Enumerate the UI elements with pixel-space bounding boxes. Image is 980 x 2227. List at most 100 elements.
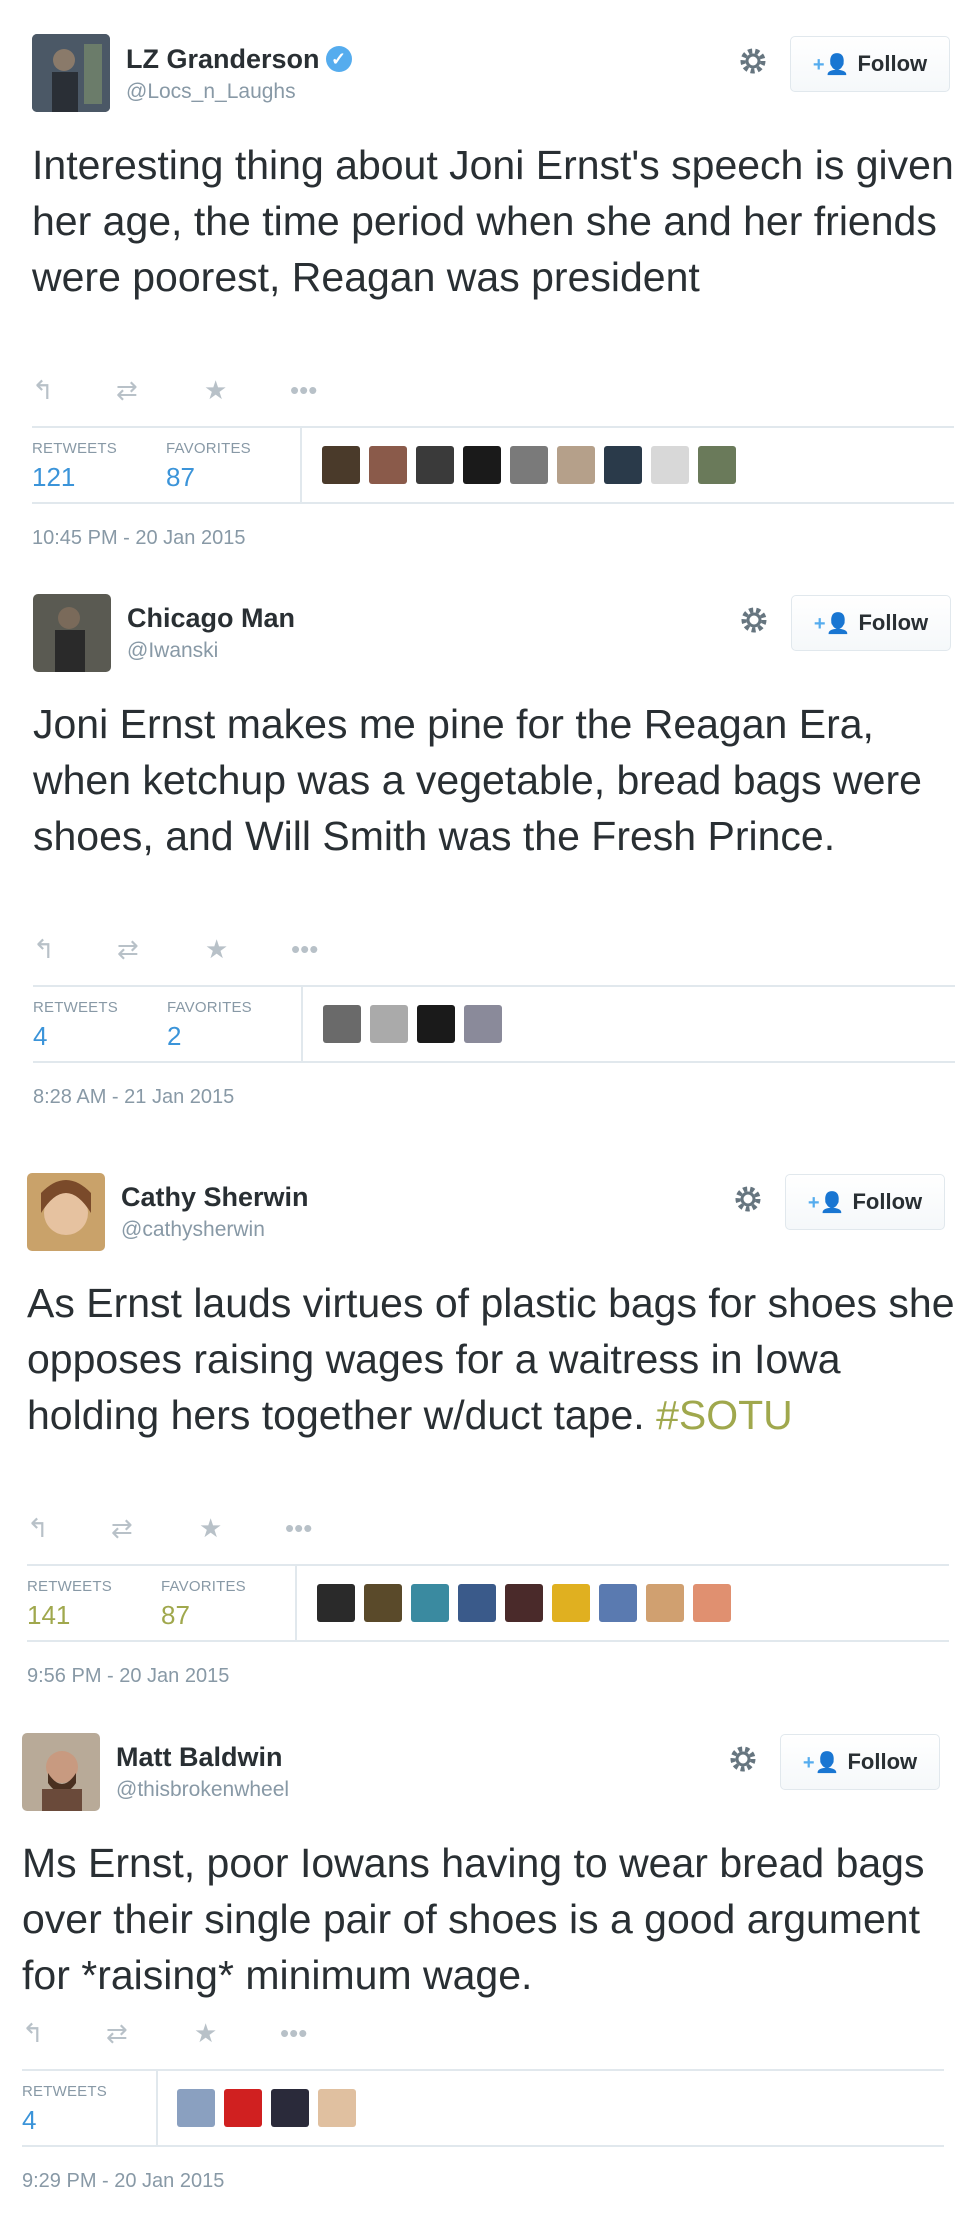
more-dots-icon[interactable]: •••: [290, 375, 317, 406]
more-dots-icon[interactable]: •••: [285, 1513, 312, 1544]
gear-icon[interactable]: [726, 1742, 760, 1776]
avatar-photo: [33, 594, 111, 672]
stats-bar: RETWEETS 141 FAVORITES 87: [27, 1564, 949, 1642]
divider: [295, 1566, 297, 1640]
avatar[interactable]: [599, 1584, 637, 1622]
avatar[interactable]: [271, 2089, 309, 2127]
retweet-icon[interactable]: ⇄: [117, 934, 139, 965]
reply-icon[interactable]: ↰: [33, 934, 55, 965]
follow-label: Follow: [858, 610, 929, 635]
retweets-label: RETWEETS: [22, 2083, 107, 2100]
avatar[interactable]: [317, 1584, 355, 1622]
avatar[interactable]: [416, 446, 454, 484]
user-handle[interactable]: @Iwanski: [127, 639, 218, 663]
display-name[interactable]: LZ Granderson ✓: [126, 44, 352, 75]
follow-label: Follow: [852, 1189, 923, 1214]
avatar[interactable]: [458, 1584, 496, 1622]
timestamp[interactable]: 10:45 PM - 20 Jan 2015: [32, 527, 245, 550]
avatar[interactable]: [364, 1584, 402, 1622]
star-icon[interactable]: ★: [205, 934, 228, 965]
avatar[interactable]: [698, 446, 736, 484]
avatar[interactable]: [557, 446, 595, 484]
avatar[interactable]: [646, 1584, 684, 1622]
display-name[interactable]: Chicago Man: [127, 603, 295, 634]
retweets-count[interactable]: 121: [32, 462, 75, 493]
tweet-text: As Ernst lauds virtues of plastic bags f…: [27, 1275, 977, 1443]
retweets-label: RETWEETS: [33, 999, 118, 1016]
timestamp[interactable]: 9:56 PM - 20 Jan 2015: [27, 1665, 229, 1688]
avatar[interactable]: [369, 446, 407, 484]
follow-button[interactable]: +👤 Follow: [791, 595, 951, 651]
divider: [300, 428, 302, 502]
avatar[interactable]: [463, 446, 501, 484]
avatar[interactable]: [510, 446, 548, 484]
display-name[interactable]: Cathy Sherwin: [121, 1182, 309, 1213]
favorites-count[interactable]: 2: [167, 1021, 181, 1052]
more-dots-icon[interactable]: •••: [280, 2018, 307, 2049]
verified-check-icon: ✓: [325, 46, 352, 72]
avatar[interactable]: [464, 1005, 502, 1043]
star-icon[interactable]: ★: [204, 375, 227, 406]
timestamp[interactable]: 9:29 PM - 20 Jan 2015: [22, 2170, 224, 2193]
avatar[interactable]: [651, 446, 689, 484]
stats-bar: RETWEETS 4 FAVORITES 2: [33, 985, 955, 1063]
user-handle[interactable]: @thisbrokenwheel: [116, 1778, 289, 1802]
avatar[interactable]: [33, 594, 111, 672]
gear-icon[interactable]: [737, 603, 771, 637]
tweet-card: Cathy Sherwin @cathysherwin +👤 Follow As …: [0, 1140, 980, 1700]
retweets-count[interactable]: 141: [27, 1600, 70, 1631]
avatar[interactable]: [370, 1005, 408, 1043]
action-bar: ↰ ⇄ ★ •••: [27, 1513, 347, 1553]
favoriter-avatars: [177, 2089, 356, 2127]
avatar[interactable]: [693, 1584, 731, 1622]
avatar[interactable]: [32, 34, 110, 112]
avatar[interactable]: [505, 1584, 543, 1622]
retweet-icon[interactable]: ⇄: [106, 2018, 128, 2049]
tweet-card: Chicago Man @Iwanski +👤 Follow Joni Ernst…: [0, 560, 980, 1140]
avatar[interactable]: [552, 1584, 590, 1622]
retweets-count[interactable]: 4: [33, 1021, 47, 1052]
star-icon[interactable]: ★: [199, 1513, 222, 1544]
action-bar: ↰ ⇄ ★ •••: [22, 2018, 342, 2058]
favorites-count[interactable]: 87: [166, 462, 195, 493]
avatar[interactable]: [417, 1005, 455, 1043]
avatar[interactable]: [604, 446, 642, 484]
favorites-label: FAVORITES: [167, 999, 252, 1016]
display-name[interactable]: Matt Baldwin: [116, 1742, 283, 1773]
add-user-icon: +👤: [812, 53, 850, 76]
retweets-count[interactable]: 4: [22, 2105, 36, 2136]
avatar[interactable]: [411, 1584, 449, 1622]
avatar[interactable]: [322, 446, 360, 484]
avatar[interactable]: [177, 2089, 215, 2127]
follow-button[interactable]: +👤 Follow: [785, 1174, 945, 1230]
favoriter-avatars: [317, 1584, 731, 1622]
user-handle[interactable]: @Locs_n_Laughs: [126, 80, 296, 104]
favorites-count[interactable]: 87: [161, 1600, 190, 1631]
timestamp[interactable]: 8:28 AM - 21 Jan 2015: [33, 1086, 234, 1109]
gear-icon[interactable]: [736, 44, 770, 78]
hashtag-link[interactable]: #SOTU: [656, 1392, 793, 1438]
follow-label: Follow: [847, 1749, 918, 1774]
follow-label: Follow: [857, 51, 928, 76]
avatar[interactable]: [224, 2089, 262, 2127]
reply-icon[interactable]: ↰: [27, 1513, 49, 1544]
tweet-card: LZ Granderson ✓ @Locs_n_Laughs +👤 Follow I…: [0, 0, 980, 560]
reply-icon[interactable]: ↰: [32, 375, 54, 406]
avatar[interactable]: [323, 1005, 361, 1043]
avatar[interactable]: [22, 1733, 100, 1811]
follow-button[interactable]: +👤 Follow: [780, 1734, 940, 1790]
avatar[interactable]: [27, 1173, 105, 1251]
follow-button[interactable]: +👤 Follow: [790, 36, 950, 92]
tweet-body: As Ernst lauds virtues of plastic bags f…: [27, 1280, 955, 1438]
gear-icon[interactable]: [731, 1182, 765, 1216]
avatar-photo: [32, 34, 110, 112]
tweet-text: Interesting thing about Joni Ernst's spe…: [32, 142, 954, 300]
avatar-photo: [27, 1173, 105, 1251]
avatar[interactable]: [318, 2089, 356, 2127]
reply-icon[interactable]: ↰: [22, 2018, 44, 2049]
more-dots-icon[interactable]: •••: [291, 934, 318, 965]
user-handle[interactable]: @cathysherwin: [121, 1218, 265, 1242]
retweet-icon[interactable]: ⇄: [116, 375, 138, 406]
star-icon[interactable]: ★: [194, 2018, 217, 2049]
retweet-icon[interactable]: ⇄: [111, 1513, 133, 1544]
